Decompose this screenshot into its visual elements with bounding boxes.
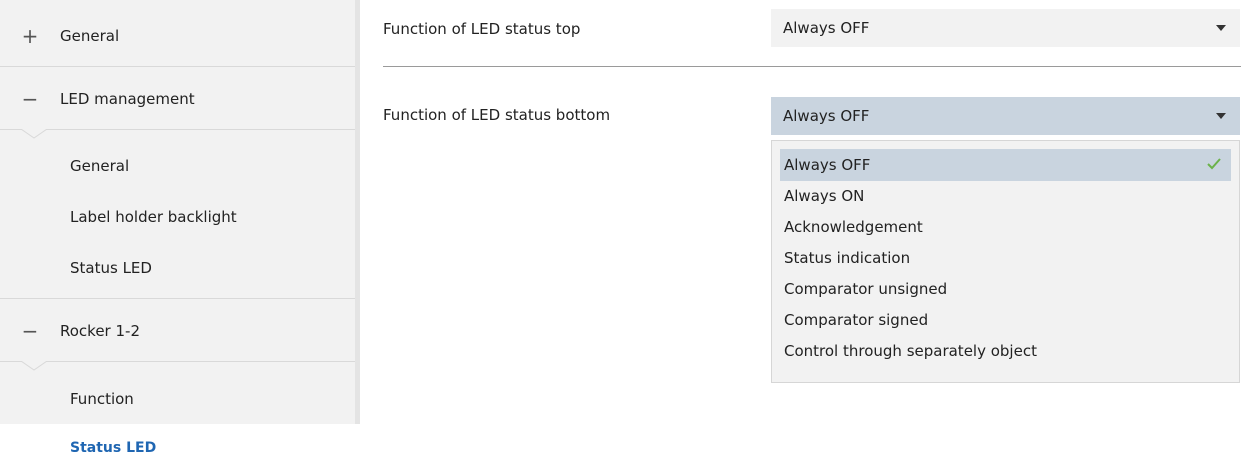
sidebar-section-label: LED management <box>60 90 195 108</box>
sidebar-section-general[interactable]: + General <box>0 4 355 68</box>
dropdown-option-status-indication[interactable]: Status indication <box>780 242 1231 274</box>
top-led-label: Function of LED status top <box>383 20 581 38</box>
top-led-select[interactable]: Always OFF <box>771 9 1240 47</box>
bottom-led-dropdown-list: Always OFF Always ON Acknowledgement Sta… <box>771 140 1240 383</box>
section-pointer-icon <box>21 129 47 139</box>
dropdown-option-always-on[interactable]: Always ON <box>780 180 1231 212</box>
sidebar-edge <box>355 0 360 424</box>
check-icon <box>1207 158 1221 170</box>
bottom-led-label: Function of LED status bottom <box>383 106 611 124</box>
dropdown-option-comparator-signed[interactable]: Comparator signed <box>780 304 1231 336</box>
chevron-down-icon <box>1216 25 1226 31</box>
dropdown-option-acknowledgement[interactable]: Acknowledgement <box>780 211 1231 243</box>
divider <box>0 361 355 362</box>
sidebar: + General − LED management General Label… <box>0 0 360 472</box>
dropdown-option-control-separately-object[interactable]: Control through separately object <box>780 335 1231 367</box>
chevron-down-icon <box>1216 113 1226 119</box>
sidebar-item-general[interactable]: General <box>70 148 129 184</box>
collapse-icon: − <box>21 319 39 343</box>
sidebar-section-label: Rocker 1-2 <box>60 322 140 340</box>
dropdown-option-comparator-unsigned[interactable]: Comparator unsigned <box>780 273 1231 305</box>
top-led-select-value: Always OFF <box>783 19 870 37</box>
sidebar-item-label-holder-backlight[interactable]: Label holder backlight <box>70 199 237 235</box>
bottom-led-select-value: Always OFF <box>783 107 870 125</box>
section-pointer-icon <box>21 361 47 371</box>
option-label: Always OFF <box>784 156 871 174</box>
sidebar-item-status-led[interactable]: Status LED <box>70 250 152 286</box>
divider <box>0 129 355 130</box>
collapse-icon: − <box>21 87 39 111</box>
sidebar-section-label: General <box>60 27 120 45</box>
expand-icon: + <box>21 24 39 48</box>
dropdown-option-always-off[interactable]: Always OFF <box>780 149 1231 181</box>
bottom-led-select[interactable]: Always OFF <box>771 97 1240 135</box>
sidebar-section-rocker-1-2[interactable]: − Rocker 1-2 <box>0 299 355 363</box>
sidebar-section-led-management[interactable]: − LED management <box>0 67 355 131</box>
separator <box>383 66 1241 67</box>
sidebar-item-function[interactable]: Function <box>70 381 134 417</box>
sidebar-item-status-led-active[interactable]: Status LED <box>0 430 360 466</box>
